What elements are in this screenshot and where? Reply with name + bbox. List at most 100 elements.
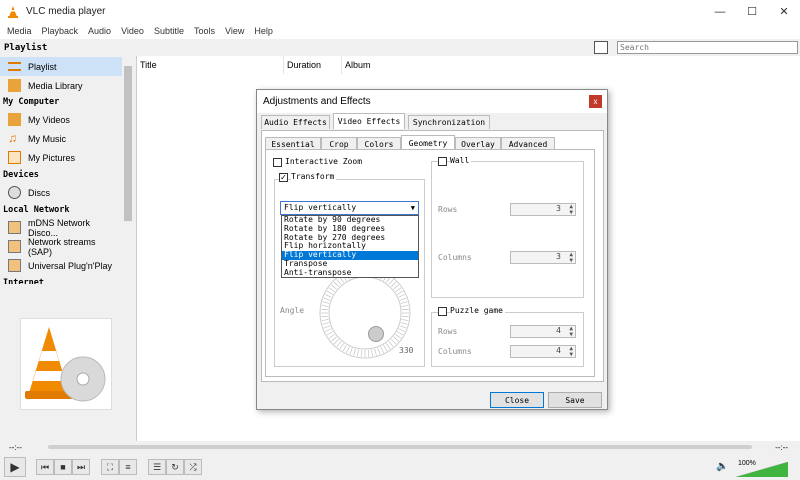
dial-tick: [383, 344, 388, 352]
section-local-network: Local Network: [3, 205, 70, 215]
dial-tick: [336, 341, 342, 347]
sidebar-item-playlist[interactable]: Playlist: [0, 57, 122, 76]
picture-icon: [8, 151, 21, 164]
dial-tick: [396, 290, 404, 295]
disc-icon: [8, 186, 21, 199]
sidebar-item-network-streams[interactable]: Network streams (SAP): [0, 237, 122, 257]
dial-tick: [390, 281, 397, 288]
dial-tick: [357, 349, 359, 357]
menu-video[interactable]: Video: [116, 26, 149, 36]
dial-tick: [360, 349, 363, 357]
minimize-button[interactable]: —: [704, 0, 736, 23]
menu-audio[interactable]: Audio: [83, 26, 116, 36]
total-time: --:--: [775, 443, 788, 452]
dial-tick: [400, 322, 408, 325]
album-art: [20, 318, 112, 410]
search-input[interactable]: [617, 41, 798, 54]
sidebar: Playlist Media Library My Computer My Vi…: [0, 56, 133, 441]
elapsed-time: --:--: [9, 443, 22, 452]
dial-tick: [322, 301, 330, 304]
dial-tick: [367, 349, 370, 357]
column-header-album[interactable]: Album: [342, 56, 482, 74]
playlist-view-toggle-icon[interactable]: [594, 41, 608, 54]
sidebar-item-my-pictures[interactable]: My Pictures: [0, 148, 122, 167]
tab-synchronization[interactable]: Synchronization: [408, 115, 490, 129]
sidebar-item-upnp[interactable]: Universal Plug'n'Play: [0, 256, 122, 275]
seek-slider[interactable]: [48, 445, 752, 449]
dialog-title-bar: Adjustments and Effects x: [257, 90, 607, 113]
menu-subtitle[interactable]: Subtitle: [149, 26, 189, 36]
extended-settings-button[interactable]: ≡: [119, 459, 137, 475]
dial-tick: [323, 297, 331, 301]
sidebar-scroll-thumb[interactable]: [124, 66, 132, 221]
sidebar-item-my-music[interactable]: ♫ My Music: [0, 129, 122, 148]
wall-rows-spinbox[interactable]: 3 ▲ ▼: [510, 203, 576, 216]
sidebar-item-media-library[interactable]: Media Library: [0, 76, 122, 95]
sidebar-item-my-videos[interactable]: My Videos: [0, 110, 122, 129]
video-film-icon: [8, 113, 21, 126]
close-button[interactable]: Close: [490, 392, 544, 408]
toggle-playlist-button[interactable]: ☰: [148, 459, 166, 475]
dial-tick: [322, 322, 330, 325]
dial-tick: [331, 336, 337, 342]
dial-tick: [393, 336, 399, 342]
playback-controls: ▶ ⏮ ■ ⏭ ⛶ ≡ ☰ ↻ ⤮ 🔈 100%: [0, 455, 800, 480]
section-devices: Devices: [3, 170, 39, 180]
volume-slider[interactable]: [736, 462, 788, 477]
loop-button[interactable]: ↻: [166, 459, 184, 475]
transform-combobox[interactable]: Flip vertically ▼: [280, 201, 419, 215]
save-button[interactable]: Save: [548, 392, 602, 408]
menu-view[interactable]: View: [220, 26, 249, 36]
dialog-close-button[interactable]: x: [589, 95, 602, 108]
maximize-button[interactable]: ☐: [736, 0, 768, 23]
menu-media[interactable]: Media: [2, 26, 37, 36]
wall-checkbox[interactable]: [438, 157, 447, 166]
sidebar-item-discs[interactable]: Discs: [0, 183, 122, 202]
angle-dial-knob: [368, 326, 384, 342]
sidebar-item-mdns[interactable]: mDNS Network Disco...: [0, 218, 122, 238]
transform-option[interactable]: Anti-transpose: [282, 268, 418, 278]
play-icon: ▶: [10, 460, 20, 474]
column-header-duration[interactable]: Duration: [284, 56, 342, 74]
dial-tick: [398, 328, 406, 332]
puzzle-checkbox[interactable]: [438, 307, 447, 316]
puzzle-columns-spinbox[interactable]: 4 ▲ ▼: [510, 345, 576, 358]
interactive-zoom-label: Interactive Zoom: [285, 157, 363, 166]
play-button[interactable]: ▶: [4, 457, 26, 477]
section-my-computer: My Computer: [3, 97, 60, 107]
dial-tick: [328, 333, 335, 339]
dial-tick: [323, 325, 331, 329]
dial-tick: [328, 287, 335, 293]
shuffle-button[interactable]: ⤮: [184, 459, 202, 475]
dial-tick: [388, 341, 394, 347]
close-window-button[interactable]: ✕: [768, 0, 800, 23]
menu-tools[interactable]: Tools: [189, 26, 220, 36]
wall-rows-label: Rows: [438, 205, 458, 214]
interactive-zoom-checkbox[interactable]: [273, 158, 282, 167]
menu-playback[interactable]: Playback: [37, 26, 84, 36]
music-note-icon: ♫: [8, 131, 17, 145]
stop-button[interactable]: ■: [54, 459, 72, 475]
puzzle-rows-spinbox[interactable]: 4 ▲ ▼: [510, 325, 576, 338]
previous-button[interactable]: ⏮: [36, 459, 54, 475]
tab-audio-effects[interactable]: Audio Effects: [261, 115, 330, 129]
window-title: VLC media player: [26, 6, 106, 17]
playlist-icon: ☰: [152, 461, 162, 472]
next-icon: ⏭: [76, 461, 86, 472]
fullscreen-button[interactable]: ⛶: [101, 459, 119, 475]
title-bar: VLC media player — ☐ ✕: [0, 0, 800, 23]
speaker-icon[interactable]: 🔈: [716, 461, 728, 472]
puzzle-rows-label: Rows: [438, 327, 458, 336]
column-header-title[interactable]: Title: [137, 56, 284, 74]
sidebar-scrollbar[interactable]: [123, 56, 133, 286]
transform-checkbox[interactable]: ✓: [279, 173, 288, 182]
menu-help[interactable]: Help: [249, 26, 278, 36]
close-icon: x: [593, 97, 598, 106]
wall-group: [431, 161, 584, 298]
next-button[interactable]: ⏭: [72, 459, 90, 475]
tab-video-effects[interactable]: Video Effects: [333, 113, 405, 129]
puzzle-columns-label: Columns: [438, 347, 472, 356]
wall-columns-spinbox[interactable]: 3 ▲ ▼: [510, 251, 576, 264]
puzzle-label: Puzzle game: [450, 306, 505, 315]
dial-tick: [385, 343, 391, 350]
